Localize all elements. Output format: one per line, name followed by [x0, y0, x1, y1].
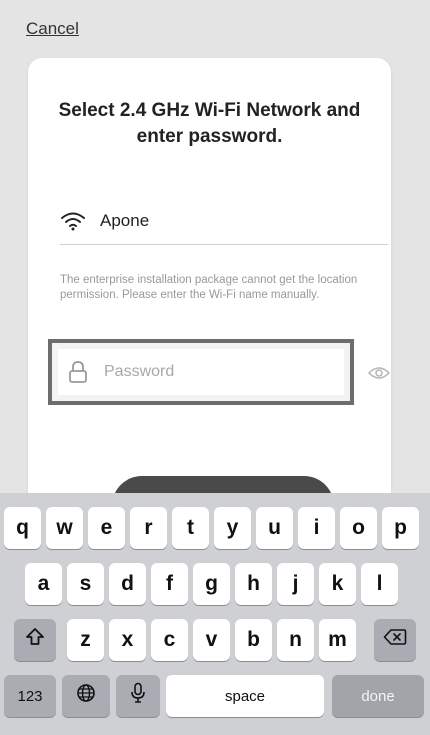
microphone-key[interactable] — [116, 675, 160, 717]
key-l[interactable]: l — [361, 563, 398, 605]
location-notice: The enterprise installation package cann… — [60, 274, 358, 301]
globe-icon — [76, 683, 96, 709]
key-a[interactable]: a — [25, 563, 62, 605]
key-d[interactable]: d — [109, 563, 146, 605]
keyboard: q w e r t y u i o p a s d f g h j k l z … — [0, 493, 430, 735]
delete-key[interactable] — [374, 619, 416, 661]
password-field[interactable] — [58, 349, 344, 395]
wifi-divider — [60, 244, 388, 245]
key-o[interactable]: o — [340, 507, 377, 549]
space-key[interactable]: space — [166, 675, 324, 717]
lock-icon — [68, 360, 88, 384]
wifi-name: Apone — [100, 211, 150, 230]
numbers-key[interactable]: 123 — [4, 675, 56, 717]
cancel-link[interactable]: Cancel — [26, 19, 79, 39]
key-m[interactable]: m — [319, 619, 356, 661]
key-h[interactable]: h — [235, 563, 272, 605]
key-z[interactable]: z — [67, 619, 104, 661]
key-b[interactable]: b — [235, 619, 272, 661]
microphone-icon — [130, 682, 146, 710]
key-x[interactable]: x — [109, 619, 146, 661]
key-y[interactable]: y — [214, 507, 251, 549]
key-j[interactable]: j — [277, 563, 314, 605]
key-u[interactable]: u — [256, 507, 293, 549]
key-v[interactable]: v — [193, 619, 230, 661]
key-w[interactable]: w — [46, 507, 83, 549]
key-s[interactable]: s — [67, 563, 104, 605]
key-n[interactable]: n — [277, 619, 314, 661]
key-k[interactable]: k — [319, 563, 356, 605]
key-g[interactable]: g — [193, 563, 230, 605]
wifi-network-row[interactable]: Apone — [60, 203, 390, 239]
delete-icon — [383, 628, 407, 652]
wifi-setup-screen: Cancel Select 2.4 GHz Wi-Fi Network and … — [0, 0, 430, 735]
key-p[interactable]: p — [382, 507, 419, 549]
key-t[interactable]: t — [172, 507, 209, 549]
done-key[interactable]: done — [332, 675, 424, 717]
eye-icon[interactable] — [367, 366, 391, 380]
key-c[interactable]: c — [151, 619, 188, 661]
shift-key[interactable] — [14, 619, 56, 661]
password-input[interactable] — [102, 362, 306, 382]
wifi-icon — [60, 211, 86, 231]
wifi-form-card: Select 2.4 GHz Wi-Fi Network and enter p… — [28, 58, 391, 536]
globe-key[interactable] — [62, 675, 110, 717]
key-q[interactable]: q — [4, 507, 41, 549]
page-title: Select 2.4 GHz Wi-Fi Network and enter p… — [58, 100, 361, 147]
key-r[interactable]: r — [130, 507, 167, 549]
password-field-highlight[interactable] — [48, 339, 354, 405]
key-f[interactable]: f — [151, 563, 188, 605]
key-e[interactable]: e — [88, 507, 125, 549]
shift-icon — [25, 627, 45, 653]
key-i[interactable]: i — [298, 507, 335, 549]
